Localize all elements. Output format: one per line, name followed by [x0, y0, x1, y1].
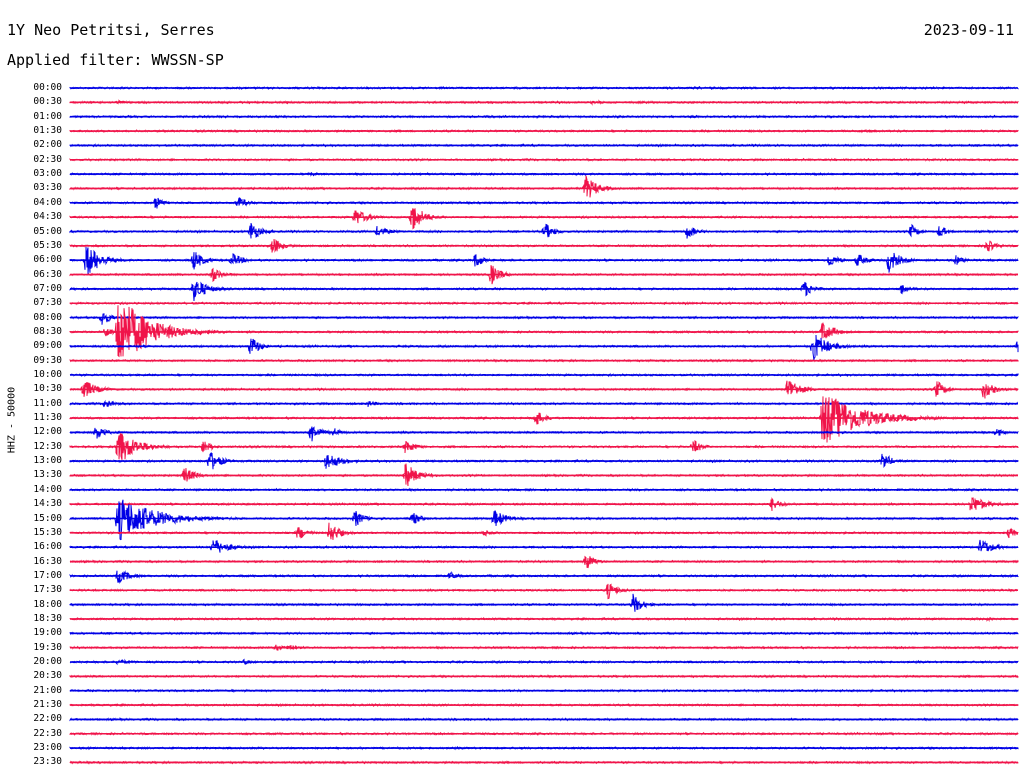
- trace-row: [69, 208, 1019, 230]
- helicorder-plot: [69, 85, 1019, 765]
- trace-row: [69, 334, 1019, 361]
- trace-row: [69, 426, 1019, 442]
- trace-row: [69, 593, 1019, 612]
- trace-row: [69, 175, 1019, 198]
- trace-row: [69, 583, 1019, 600]
- trace-row: [69, 522, 1019, 540]
- trace-row: [69, 313, 1019, 325]
- trace-row: [69, 539, 1019, 553]
- trace-row: [69, 305, 1019, 358]
- trace-row: [69, 281, 1019, 302]
